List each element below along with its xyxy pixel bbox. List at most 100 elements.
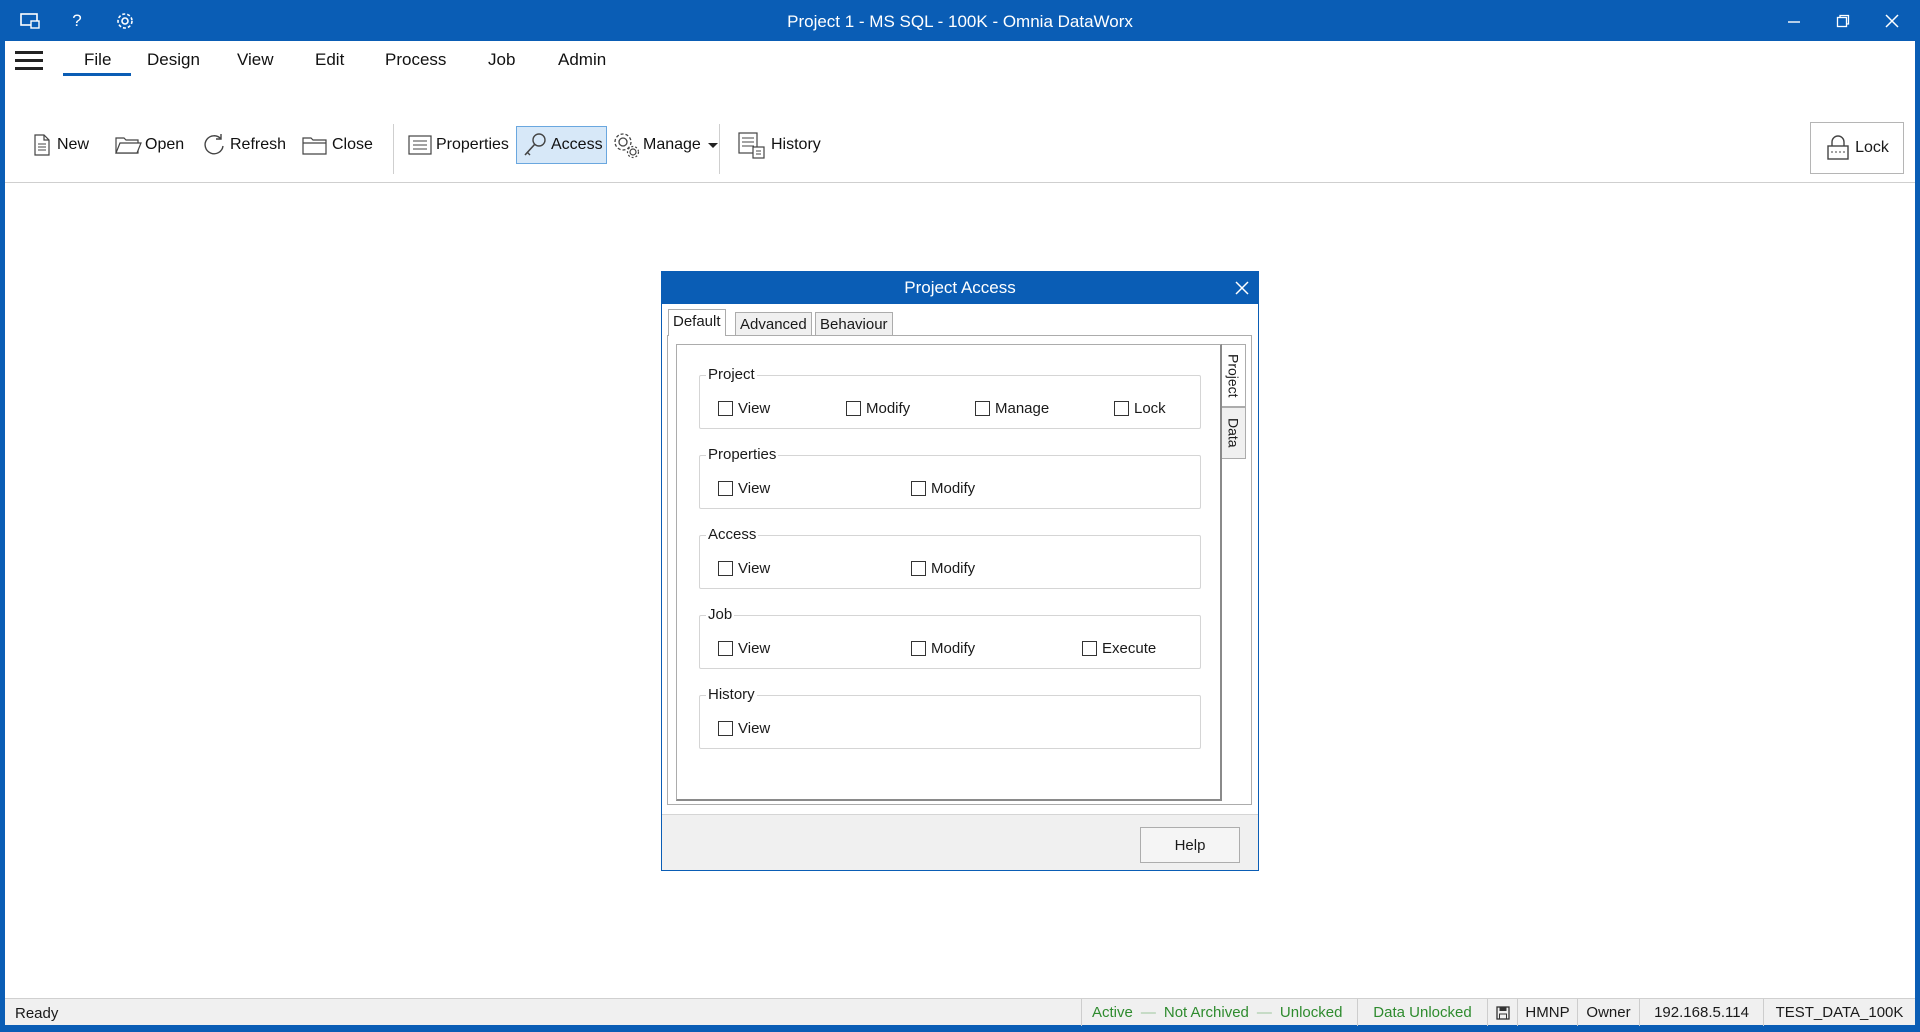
checkbox-label: View: [738, 400, 771, 417]
minimize-icon[interactable]: [1774, 6, 1814, 36]
status-separator: —: [1256, 1004, 1272, 1021]
job-modify-checkbox[interactable]: Modify: [911, 640, 975, 657]
tab-advanced[interactable]: Advanced: [735, 312, 812, 335]
checkbox-label: View: [738, 640, 771, 657]
checkbox-label: Modify: [931, 480, 976, 497]
history-button[interactable]: History: [736, 126, 821, 164]
properties-button[interactable]: Properties: [407, 126, 509, 164]
new-document-icon: [34, 134, 50, 156]
menu-process[interactable]: Process: [385, 50, 446, 70]
folder-open-icon: [115, 137, 142, 154]
checkbox-box[interactable]: [718, 721, 733, 736]
folder-closed-icon: [302, 137, 327, 155]
menu-edit[interactable]: Edit: [315, 50, 344, 70]
status-active: Active: [1092, 1004, 1133, 1021]
refresh-icon: [204, 134, 224, 155]
tab-default[interactable]: Default: [668, 309, 726, 336]
restore-icon[interactable]: [1823, 6, 1863, 36]
menu-design[interactable]: Design: [147, 50, 200, 70]
close-button[interactable]: Close: [301, 126, 373, 164]
checkbox-label: Manage: [995, 400, 1050, 417]
access-button[interactable]: Access: [516, 126, 607, 164]
group-label: Job: [706, 606, 735, 623]
refresh-label: Refresh: [230, 136, 287, 153]
history-label: History: [771, 136, 821, 153]
tab-behaviour[interactable]: Behaviour: [815, 312, 893, 335]
history-view-checkbox[interactable]: View: [718, 720, 770, 737]
checkbox-box[interactable]: [911, 561, 926, 576]
access-view-checkbox[interactable]: View: [718, 560, 770, 577]
properties-view-checkbox[interactable]: View: [718, 480, 770, 497]
manage-gears-icon: [614, 133, 640, 159]
new-label: New: [57, 136, 90, 153]
access-modify-checkbox[interactable]: Modify: [911, 560, 975, 577]
window-title: Project 1 - MS SQL - 100K - Omnia DataWo…: [787, 12, 1133, 31]
padlock-icon: [1827, 135, 1849, 160]
checkbox-box[interactable]: [718, 561, 733, 576]
project-permissions-panel: Project View Modify Manage Lock Properti…: [676, 344, 1222, 801]
ribbon-separator: [719, 124, 720, 174]
project-lock-checkbox[interactable]: Lock: [1114, 400, 1166, 417]
ribbon-toolbar: New Open Refresh Close Properties Access…: [5, 79, 1915, 183]
project-view-checkbox[interactable]: View: [718, 400, 770, 417]
close-window-icon[interactable]: [1872, 6, 1912, 36]
status-state-group: Active — Not Archived — Unlocked: [1081, 999, 1361, 1026]
menu-job[interactable]: Job: [488, 50, 515, 70]
chevron-down-icon[interactable]: [707, 140, 719, 150]
checkbox-box[interactable]: [975, 401, 990, 416]
checkbox-box[interactable]: [846, 401, 861, 416]
checkbox-box[interactable]: [718, 481, 733, 496]
job-view-checkbox[interactable]: View: [718, 640, 770, 657]
dialog-title: Project Access: [662, 272, 1258, 304]
side-tab-data[interactable]: Data: [1222, 407, 1246, 459]
dialog-body: Default Advanced Behaviour Project View …: [662, 304, 1258, 870]
group-label: History: [706, 686, 757, 703]
project-manage-checkbox[interactable]: Manage: [975, 400, 1049, 417]
checkbox-label: View: [738, 560, 771, 577]
refresh-button[interactable]: Refresh: [201, 126, 286, 164]
status-bar: Ready Active — Not Archived — Unlocked D…: [5, 998, 1915, 1026]
job-execute-checkbox[interactable]: Execute: [1082, 640, 1156, 657]
menu-view[interactable]: View: [237, 50, 274, 70]
checkbox-box[interactable]: [1114, 401, 1129, 416]
menu-bar: File Design View Edit Process Job Admin: [5, 41, 1915, 79]
close-label: Close: [332, 136, 373, 153]
checkbox-box[interactable]: [911, 481, 926, 496]
dialog-footer: Help: [662, 814, 1258, 870]
status-ip: 192.168.5.114: [1639, 999, 1763, 1026]
checkbox-label: Execute: [1102, 640, 1157, 657]
close-icon[interactable]: [1232, 278, 1252, 298]
menu-admin[interactable]: Admin: [558, 50, 606, 70]
side-tab-label: Data: [1225, 418, 1242, 448]
open-button[interactable]: Open: [114, 126, 184, 164]
group-access: Access View Modify: [699, 526, 1201, 589]
help-button[interactable]: Help: [1140, 827, 1240, 863]
status-database: TEST_DATA_100K: [1763, 999, 1915, 1026]
history-icon: [738, 132, 765, 159]
key-icon: [524, 133, 546, 156]
access-label: Access: [551, 136, 603, 153]
checkbox-box[interactable]: [911, 641, 926, 656]
properties-modify-checkbox[interactable]: Modify: [911, 480, 975, 497]
status-unlocked: Unlocked: [1279, 1004, 1343, 1021]
side-tab-project[interactable]: Project: [1222, 344, 1246, 407]
manage-button[interactable]: Manage: [612, 126, 722, 164]
project-modify-checkbox[interactable]: Modify: [846, 400, 910, 417]
checkbox-box[interactable]: [718, 641, 733, 656]
group-project: Project View Modify Manage Lock: [699, 366, 1201, 429]
lock-label: Lock: [1855, 139, 1889, 156]
status-user: HMNP: [1517, 999, 1577, 1026]
checkbox-box[interactable]: [718, 401, 733, 416]
menu-file[interactable]: File: [84, 50, 111, 70]
checkbox-box[interactable]: [1082, 641, 1097, 656]
properties-label: Properties: [436, 136, 509, 153]
hamburger-menu-icon[interactable]: [15, 51, 45, 71]
save-icon[interactable]: [1487, 999, 1517, 1026]
new-button[interactable]: New: [30, 126, 89, 164]
status-role: Owner: [1577, 999, 1639, 1026]
group-history: History View: [699, 686, 1201, 749]
lock-button[interactable]: Lock: [1810, 122, 1904, 174]
group-job: Job View Modify Execute: [699, 606, 1201, 669]
active-menu-indicator: [63, 73, 131, 76]
group-label: Access: [706, 526, 759, 543]
